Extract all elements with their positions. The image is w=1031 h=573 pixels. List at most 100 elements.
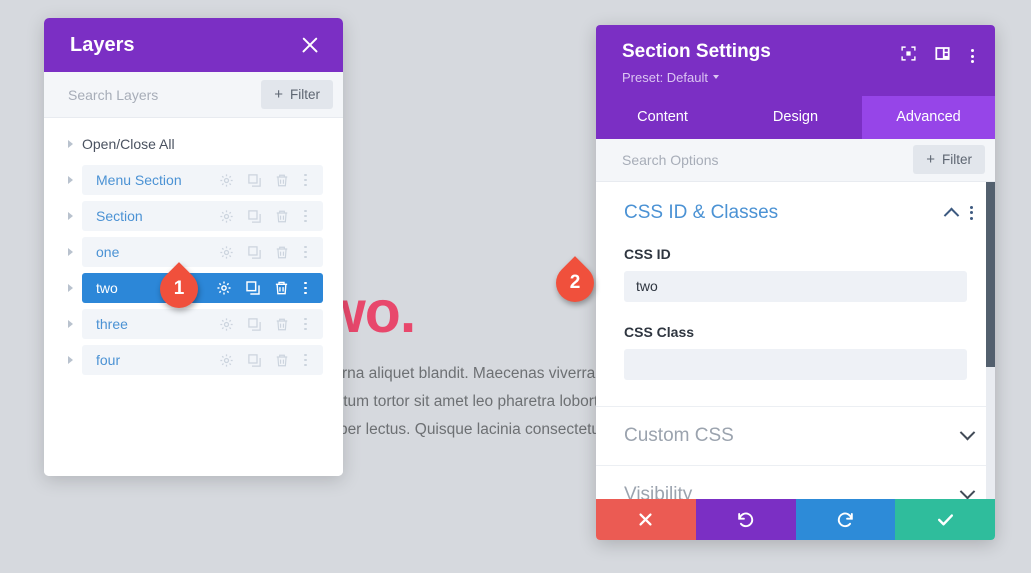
layers-filter-button[interactable]: + Filter <box>261 80 333 109</box>
search-layers-input[interactable] <box>68 86 262 103</box>
more-vertical-icon[interactable] <box>302 245 309 259</box>
layers-modal: Layers + Filter Open/Close All Menu Sect… <box>44 18 343 476</box>
duplicate-icon[interactable] <box>247 173 262 188</box>
callout-number: 1 <box>173 278 185 299</box>
plus-icon: + <box>926 151 935 169</box>
settings-modal-header: Section Settings Preset: Default <box>596 25 995 96</box>
preset-selector[interactable]: Preset: Default <box>622 70 771 85</box>
settings-title: Section Settings <box>622 41 771 62</box>
layer-label: one <box>96 244 120 260</box>
trash-icon[interactable] <box>275 353 289 368</box>
css-id-classes-group: CSS ID & Classes CSS ID CSS Class <box>596 182 995 407</box>
save-button[interactable] <box>895 499 995 540</box>
tab-design[interactable]: Design <box>729 96 862 139</box>
preset-label: Preset: Default <box>622 69 708 85</box>
more-vertical-icon[interactable] <box>968 49 977 63</box>
layers-filter-label: Filter <box>290 87 320 102</box>
callout-marker-1: 1 <box>152 262 222 316</box>
triangle-right-icon[interactable] <box>68 212 73 220</box>
triangle-right-icon[interactable] <box>68 284 73 292</box>
trash-icon[interactable] <box>274 280 289 296</box>
settings-header-text: Section Settings Preset: Default <box>622 41 771 85</box>
table-row[interactable]: Section <box>62 201 325 231</box>
settings-action-bar <box>596 499 995 540</box>
css-id-input[interactable] <box>624 270 967 302</box>
visibility-title: Visibility <box>624 483 693 499</box>
duplicate-icon[interactable] <box>245 280 261 296</box>
layers-title: Layers <box>70 33 135 56</box>
search-options-input[interactable] <box>622 151 914 168</box>
focus-target-icon[interactable] <box>900 45 917 67</box>
options-filter-button[interactable]: + Filter <box>913 145 985 175</box>
more-vertical-icon[interactable] <box>302 353 309 367</box>
custom-css-title: Custom CSS <box>624 424 734 446</box>
triangle-right-icon[interactable] <box>68 320 73 328</box>
cancel-button[interactable] <box>596 499 696 540</box>
css-id-label: CSS ID <box>624 245 671 262</box>
css-class-field: CSS Class <box>596 324 995 380</box>
settings-options-body: CSS ID & Classes CSS ID CSS Class Custom… <box>596 181 995 499</box>
chevron-up-icon[interactable] <box>943 207 960 224</box>
layer-label: Menu Section <box>96 172 182 188</box>
scrollbar-thumb[interactable] <box>986 181 995 367</box>
triangle-right-icon[interactable] <box>68 248 73 256</box>
more-vertical-icon[interactable] <box>302 281 309 295</box>
duplicate-icon[interactable] <box>247 209 262 224</box>
close-icon[interactable] <box>299 34 321 56</box>
trash-icon[interactable] <box>275 209 289 224</box>
table-row[interactable]: one <box>62 237 325 267</box>
more-vertical-icon[interactable] <box>302 209 309 223</box>
gear-icon[interactable] <box>219 317 234 332</box>
chevron-down-icon[interactable] <box>959 484 976 499</box>
duplicate-icon[interactable] <box>247 353 262 368</box>
settings-header-icons <box>900 41 977 67</box>
more-vertical-icon[interactable] <box>970 205 973 220</box>
group-header-icons <box>943 205 973 224</box>
css-id-classes-title: CSS ID & Classes <box>624 201 779 223</box>
gear-icon[interactable] <box>219 245 234 260</box>
more-vertical-icon[interactable] <box>302 173 309 187</box>
redo-button[interactable] <box>795 499 896 540</box>
gear-icon[interactable] <box>219 173 234 188</box>
callout-marker-2: 2 <box>548 256 618 310</box>
tab-content[interactable]: Content <box>596 96 729 139</box>
more-vertical-icon[interactable] <box>302 317 309 331</box>
section-settings-modal: Section Settings Preset: Default Content… <box>596 25 995 540</box>
triangle-right-icon <box>68 140 73 148</box>
layer-label: Section <box>96 208 143 224</box>
triangle-right-icon[interactable] <box>68 176 73 184</box>
layers-search-bar: + Filter <box>44 72 343 118</box>
panel-layout-icon[interactable] <box>934 45 951 67</box>
css-class-label: CSS Class <box>624 323 695 340</box>
table-row[interactable]: three <box>62 309 325 339</box>
layer-label: three <box>96 316 128 332</box>
layer-label: four <box>96 352 121 368</box>
settings-tabs: Content Design Advanced <box>596 95 995 139</box>
visibility-group-header[interactable]: Visibility <box>596 466 995 499</box>
tab-advanced[interactable]: Advanced <box>862 95 995 139</box>
css-id-field: CSS ID <box>596 246 995 302</box>
trash-icon[interactable] <box>275 317 289 332</box>
gear-icon[interactable] <box>219 353 234 368</box>
trash-icon[interactable] <box>275 245 289 260</box>
custom-css-group-header[interactable]: Custom CSS <box>596 407 995 465</box>
chevron-down-icon[interactable] <box>959 425 976 441</box>
undo-button[interactable] <box>695 499 796 540</box>
trash-icon[interactable] <box>275 173 289 188</box>
duplicate-icon[interactable] <box>247 245 262 260</box>
options-search-bar: + Filter <box>596 138 995 182</box>
triangle-right-icon[interactable] <box>68 356 73 364</box>
css-class-input[interactable] <box>624 348 967 380</box>
duplicate-icon[interactable] <box>247 317 262 332</box>
gear-icon[interactable] <box>219 209 234 224</box>
open-close-all-label: Open/Close All <box>82 136 175 152</box>
open-close-all-row[interactable]: Open/Close All <box>62 130 325 158</box>
callout-number: 2 <box>569 272 581 293</box>
scrollbar[interactable] <box>986 181 995 499</box>
css-id-classes-header[interactable]: CSS ID & Classes <box>596 202 995 224</box>
plus-icon: + <box>274 86 283 103</box>
chevron-down-icon <box>713 75 719 80</box>
table-row[interactable]: Menu Section <box>62 165 325 195</box>
table-row[interactable]: four <box>62 345 325 375</box>
options-filter-label: Filter <box>942 152 972 168</box>
